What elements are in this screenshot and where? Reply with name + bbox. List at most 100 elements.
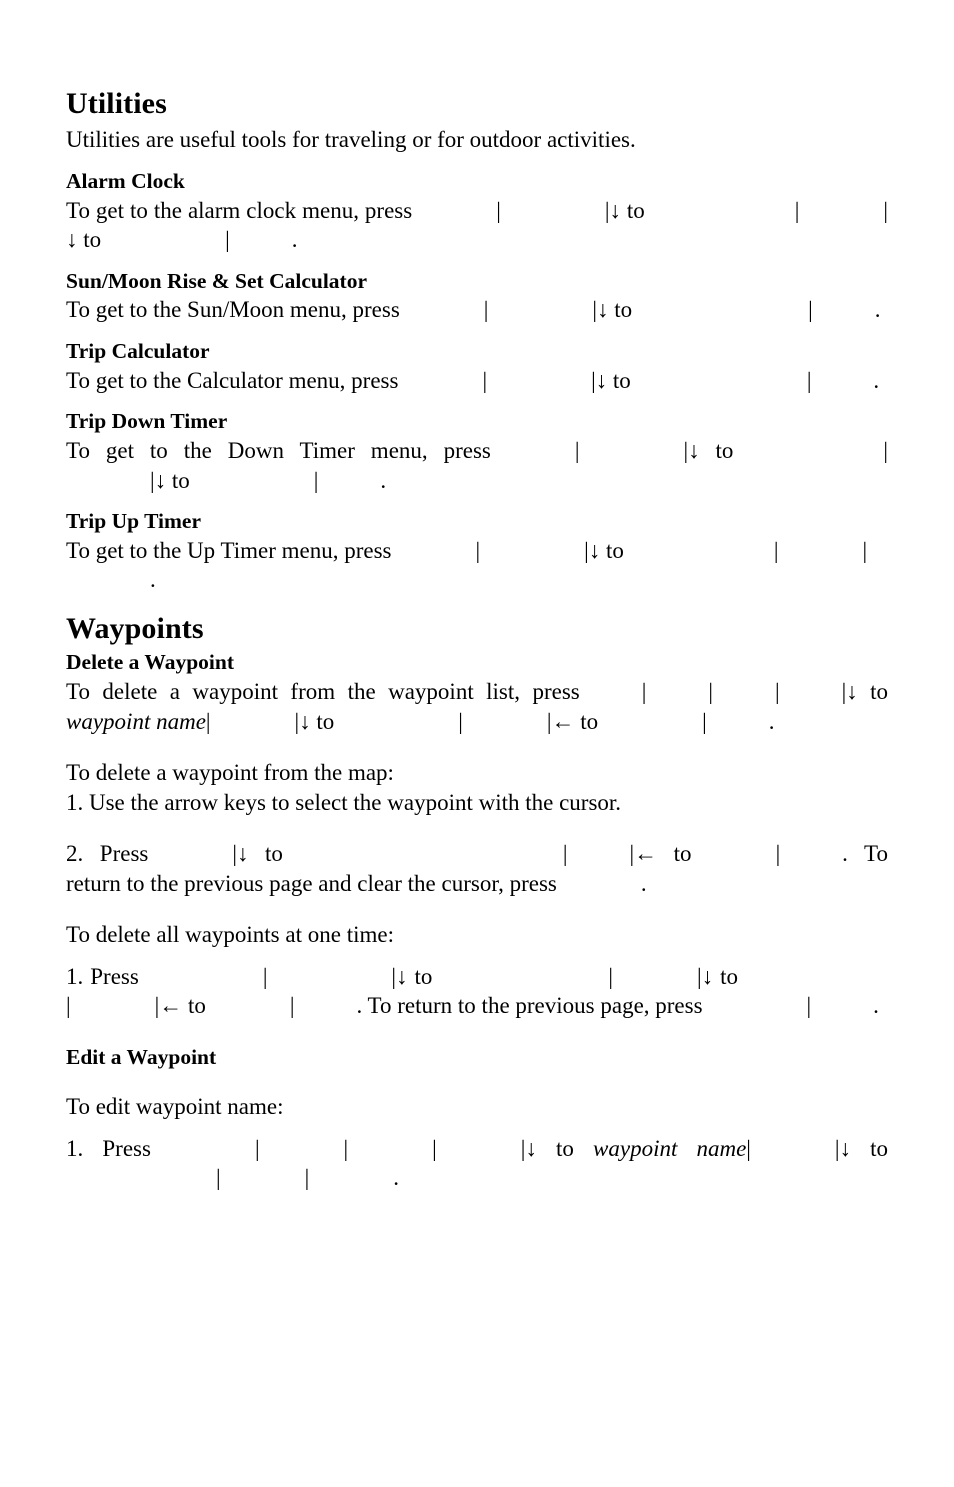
- key-graphic-placeholder: [437, 1134, 521, 1164]
- trip-calculator-connector: to: [612, 367, 631, 393]
- utilities-intro-paragraph: Utilities are useful tools for traveling…: [66, 125, 888, 155]
- sun-moon-terminator: .: [874, 297, 881, 323]
- delete-all-connector-2: to: [720, 963, 739, 989]
- key-graphic-placeholder: [799, 196, 883, 226]
- key-graphic-placeholder: [283, 839, 459, 869]
- edit-waypoint-terminator: .: [393, 1165, 399, 1191]
- edit-waypoint-step1-prefix: 1. Press: [66, 1135, 151, 1161]
- delete-waypoint-terminator: .: [768, 708, 775, 734]
- delete-from-map-terminator: .: [640, 870, 647, 896]
- arrow-down-icon: ↓: [595, 367, 608, 393]
- key-graphic-placeholder: [66, 1163, 216, 1193]
- delete-from-map-connector-2: to: [673, 841, 692, 867]
- delete-from-map-lead-text: To delete a waypoint from the map:: [66, 760, 394, 786]
- key-graphic-placeholder: [645, 196, 795, 226]
- arrow-left-icon: ←: [634, 841, 658, 867]
- key-graphic-placeholder: [206, 991, 290, 1021]
- trip-down-timer-terminator: .: [380, 467, 387, 493]
- key-graphic-placeholder: [813, 295, 875, 325]
- delete-all-connector: to: [414, 963, 433, 989]
- arrow-down-icon: ↓: [597, 297, 609, 323]
- delete-from-map-step2-prefix: 2. Press: [66, 841, 149, 867]
- delete-waypoint-lead-text: To delete a waypoint from the waypoint l…: [66, 679, 580, 705]
- trip-up-timer-lead-text: To get to the Up Timer menu, press: [66, 537, 392, 563]
- key-graphic-placeholder: [580, 677, 642, 707]
- delete-all-lead-text: To delete all waypoints at one time:: [66, 922, 394, 948]
- key-graphic-placeholder: [624, 536, 774, 566]
- document-page: Utilities Utilities are useful tools for…: [66, 86, 888, 1193]
- arrow-down-icon: ↓: [839, 1135, 852, 1161]
- arrow-down-icon: ↓: [588, 537, 601, 563]
- trip-down-timer-lead-text: To get to the Down Timer menu, press: [66, 438, 491, 464]
- separator-glyph: |: [883, 438, 889, 464]
- edit-waypoint-lead-text: To edit waypoint name:: [66, 1094, 284, 1120]
- chapter-spacer: [66, 595, 888, 611]
- key-graphic-placeholder: [488, 295, 592, 325]
- key-graphic-placeholder: [151, 1134, 255, 1164]
- delete-all-mid-sentence: . To return to the previous page, press: [356, 993, 703, 1019]
- trip-up-timer-connector: to: [605, 537, 624, 563]
- trip-calculator-instruction: To get to the Calculator menu, press | |…: [66, 366, 888, 396]
- key-graphic-placeholder: [707, 707, 769, 737]
- trip-down-timer-connector: to: [715, 438, 734, 464]
- trip-up-timer-terminator: .: [150, 567, 156, 593]
- key-graphic-placeholder: [211, 707, 295, 737]
- key-graphic-placeholder: [557, 869, 641, 899]
- key-graphic-placeholder: [432, 962, 608, 992]
- key-graphic-placeholder: [459, 839, 563, 869]
- delete-waypoint-connector-2: to: [316, 708, 335, 734]
- key-graphic-placeholder: [646, 677, 708, 707]
- key-graphic-placeholder: [267, 962, 391, 992]
- key-graphic-placeholder: [348, 1134, 432, 1164]
- edit-waypoint-lead: To edit waypoint name:: [66, 1092, 888, 1122]
- section-heading-edit-waypoint: Edit a Waypoint: [66, 1044, 217, 1069]
- delete-from-map-step-1: 1. Use the arrow keys to select the wayp…: [66, 788, 888, 818]
- sun-moon-connector: to: [614, 297, 633, 323]
- delete-waypoint-connector: to: [870, 679, 889, 705]
- key-graphic-placeholder: [613, 962, 697, 992]
- trip-calculator-lead-text: To get to the Calculator menu, press: [66, 367, 399, 393]
- trip-down-timer-instruction: To get to the Down Timer menu, press | |…: [66, 436, 888, 495]
- key-graphic-placeholder: [780, 677, 842, 707]
- edit-waypoint-connector: to: [556, 1135, 574, 1161]
- key-graphic-placeholder: [148, 839, 232, 869]
- key-graphic-placeholder: [501, 196, 605, 226]
- key-graphic-placeholder: [491, 436, 575, 466]
- key-graphic-placeholder: [480, 536, 584, 566]
- arrow-down-icon: ↓: [396, 963, 408, 989]
- key-graphic-placeholder: [318, 466, 380, 496]
- edit-waypoint-connector-2: to: [870, 1135, 889, 1161]
- delete-all-step-1: 1. Press | |↓ to | |↓ to | |← to | . To …: [66, 962, 888, 1021]
- arrow-down-icon: ↓: [609, 197, 621, 223]
- key-graphic-placeholder: [391, 536, 475, 566]
- key-graphic-placeholder: [598, 707, 702, 737]
- arrow-down-icon: ↓: [688, 438, 700, 464]
- alarm-clock-lead-text: To get to the alarm clock menu, press: [66, 197, 413, 223]
- section-heading-delete-waypoint: Delete a Waypoint: [66, 650, 235, 675]
- delete-waypoint-connector-3: to: [580, 708, 599, 734]
- arrow-down-icon: ↓: [66, 227, 78, 253]
- arrow-down-icon: ↓: [154, 467, 167, 493]
- key-graphic-placeholder: [568, 839, 630, 869]
- delete-all-terminator: .: [873, 993, 879, 1019]
- arrow-left-icon: ←: [551, 708, 575, 734]
- delete-from-map-connector: to: [265, 841, 283, 867]
- key-graphic-placeholder: [101, 225, 225, 255]
- section-heading-trip-calculator: Trip Calculator: [66, 338, 210, 363]
- arrow-down-icon: ↓: [701, 963, 714, 989]
- sun-moon-instruction: To get to the Sun/Moon menu, press | |↓ …: [66, 295, 888, 325]
- separator-glyph: |: [883, 197, 889, 223]
- arrow-down-icon: ↓: [525, 1135, 537, 1161]
- key-graphic-placeholder: [778, 536, 862, 566]
- key-graphic-placeholder: [221, 1163, 305, 1193]
- key-graphic-placeholder: [309, 1163, 393, 1193]
- key-graphic-placeholder: [579, 436, 683, 466]
- key-graphic-placeholder: [260, 1134, 344, 1164]
- edit-waypoint-step-1: 1. Press | | | |↓ to waypoint name| |↓ t…: [66, 1134, 888, 1193]
- key-graphic-placeholder: [631, 366, 807, 396]
- key-graphic-placeholder: [139, 962, 263, 992]
- key-graphic-placeholder: [811, 366, 873, 396]
- arrow-down-icon: ↓: [846, 679, 858, 705]
- key-graphic-placeholder: [738, 962, 888, 992]
- key-graphic-placeholder: [66, 466, 150, 496]
